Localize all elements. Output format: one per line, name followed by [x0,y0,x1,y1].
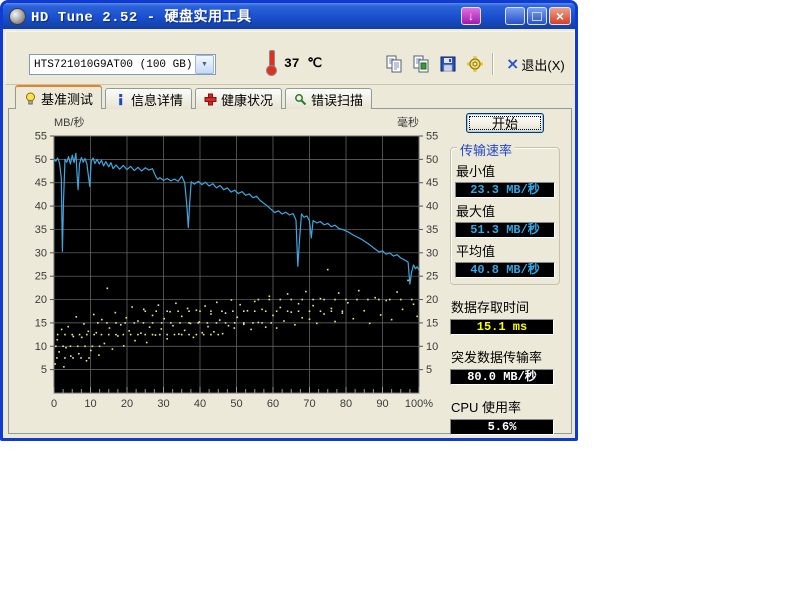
temperature-label: 37 ℃ [284,56,322,71]
download-button[interactable]: ↓ [461,7,481,25]
svg-text:10: 10 [84,398,96,410]
maximize-button[interactable] [527,7,547,25]
max-value-display: 51.3 MB/秒 [455,222,555,238]
drive-select-value: HTS721010G9AT00 (100 GB) [30,59,195,71]
svg-text:10: 10 [35,341,47,353]
maximize-icon [532,12,542,21]
svg-text:30: 30 [35,247,47,259]
down-arrow-icon: ↓ [468,10,474,22]
svg-text:30: 30 [157,398,169,410]
access-time-label: 数据存取时间 [451,297,568,316]
start-button[interactable]: 开始 [466,113,544,133]
minimize-icon: _ [512,13,519,25]
svg-text:10: 10 [426,341,438,353]
svg-text:55: 55 [426,131,438,143]
transfer-rate-group: 传输速率 最小值 23.3 MB/秒 最大值 51.3 MB/秒 平均值 40.… [450,147,560,285]
svg-text:40: 40 [194,398,206,410]
benchmark-chart: 5510101515202025253030353540404545505055… [29,111,461,413]
toolbar-icons: × 退出(X) [384,53,565,75]
close-icon: × [556,9,564,23]
svg-text:30: 30 [426,247,438,259]
svg-text:70: 70 [303,398,315,410]
svg-text:25: 25 [426,271,438,283]
results-panel: 开始 传输速率 最小值 23.3 MB/秒 最大值 51.3 MB/秒 平均值 … [450,113,568,435]
toolbar-separator [492,53,494,75]
svg-text:35: 35 [426,224,438,236]
tab-benchmark[interactable]: 基准测试 [15,85,102,109]
svg-text:60: 60 [267,398,279,410]
tab-health[interactable]: 健康状况 [195,88,282,109]
tab-label: 健康状况 [221,90,273,109]
gear-icon [466,55,484,73]
burst-rate-display: 80.0 MB/秒 [450,369,554,385]
benchmark-tab-page: 5510101515202025253030353540404545505055… [8,108,572,434]
close-button[interactable]: × [549,7,571,25]
window-title: HD Tune 2.52 - 硬盘实用工具 [31,6,459,26]
tab-info[interactable]: 信息详情 [105,88,192,109]
svg-text:55: 55 [35,131,47,143]
svg-text:25: 25 [35,271,47,283]
svg-text:20: 20 [35,294,47,306]
avg-label: 平均值 [456,241,554,260]
exit-button[interactable]: × 退出(X) [506,55,565,74]
svg-text:MB/秒: MB/秒 [54,115,85,129]
cpu-usage-display: 5.6% [450,419,554,435]
desktop: HD Tune 2.52 - 硬盘实用工具 ↓ _ × HTS721010G9A… [0,0,800,600]
svg-text:100%: 100% [405,398,433,410]
cpu-usage-label: CPU 使用率 [451,397,568,416]
access-time-display: 15.1 ms [450,319,554,335]
thermometer-icon [265,50,277,76]
hdtune-window: HD Tune 2.52 - 硬盘实用工具 ↓ _ × HTS721010G9A… [0,0,578,441]
app-icon [9,8,26,25]
exit-label: 退出(X) [521,55,564,74]
svg-text:90: 90 [376,398,388,410]
svg-text:15: 15 [35,317,47,329]
save-button[interactable] [438,54,458,74]
copy-text-icon [385,55,403,73]
burst-rate-label: 突发数据传输率 [451,347,568,366]
svg-text:35: 35 [35,224,47,236]
svg-text:15: 15 [426,317,438,329]
magnifier-icon [294,93,307,106]
svg-text:毫秒: 毫秒 [397,115,419,129]
save-icon [439,55,457,73]
info-icon [114,93,127,106]
tab-label: 信息详情 [131,90,183,109]
svg-text:50: 50 [35,154,47,166]
tab-error-scan[interactable]: 错误扫描 [285,88,372,109]
tab-label: 错误扫描 [311,90,363,109]
svg-text:80: 80 [340,398,352,410]
avg-value-display: 40.8 MB/秒 [455,262,555,278]
chevron-down-icon[interactable]: ▼ [195,55,214,74]
svg-text:5: 5 [426,364,432,376]
svg-text:50: 50 [230,398,242,410]
copy-image-button[interactable] [411,54,431,74]
svg-text:40: 40 [35,201,47,213]
exit-x-icon: × [506,56,519,72]
min-label: 最小值 [456,161,554,180]
svg-text:40: 40 [426,201,438,213]
svg-text:20: 20 [121,398,133,410]
options-button[interactable] [465,54,485,74]
group-title: 传输速率 [457,140,515,159]
tab-bar: 基准测试 信息详情 健康状况 [15,85,375,109]
max-label: 最大值 [456,201,554,220]
svg-text:45: 45 [35,177,47,189]
svg-text:50: 50 [426,154,438,166]
copy-text-button[interactable] [384,54,404,74]
titlebar: HD Tune 2.52 - 硬盘实用工具 ↓ _ × [3,3,575,29]
svg-text:45: 45 [426,177,438,189]
tab-label: 基准测试 [41,89,93,108]
toolbar: HTS721010G9AT00 (100 GB) ▼ 37 ℃ [5,31,575,85]
copy-image-icon [412,55,430,73]
drive-select[interactable]: HTS721010G9AT00 (100 GB) ▼ [29,54,216,75]
red-cross-icon [204,93,217,106]
lightbulb-icon [24,92,37,105]
svg-text:0: 0 [51,398,57,410]
minimize-button[interactable]: _ [505,7,525,25]
svg-text:20: 20 [426,294,438,306]
min-value-display: 23.3 MB/秒 [455,182,555,198]
svg-text:5: 5 [41,364,47,376]
